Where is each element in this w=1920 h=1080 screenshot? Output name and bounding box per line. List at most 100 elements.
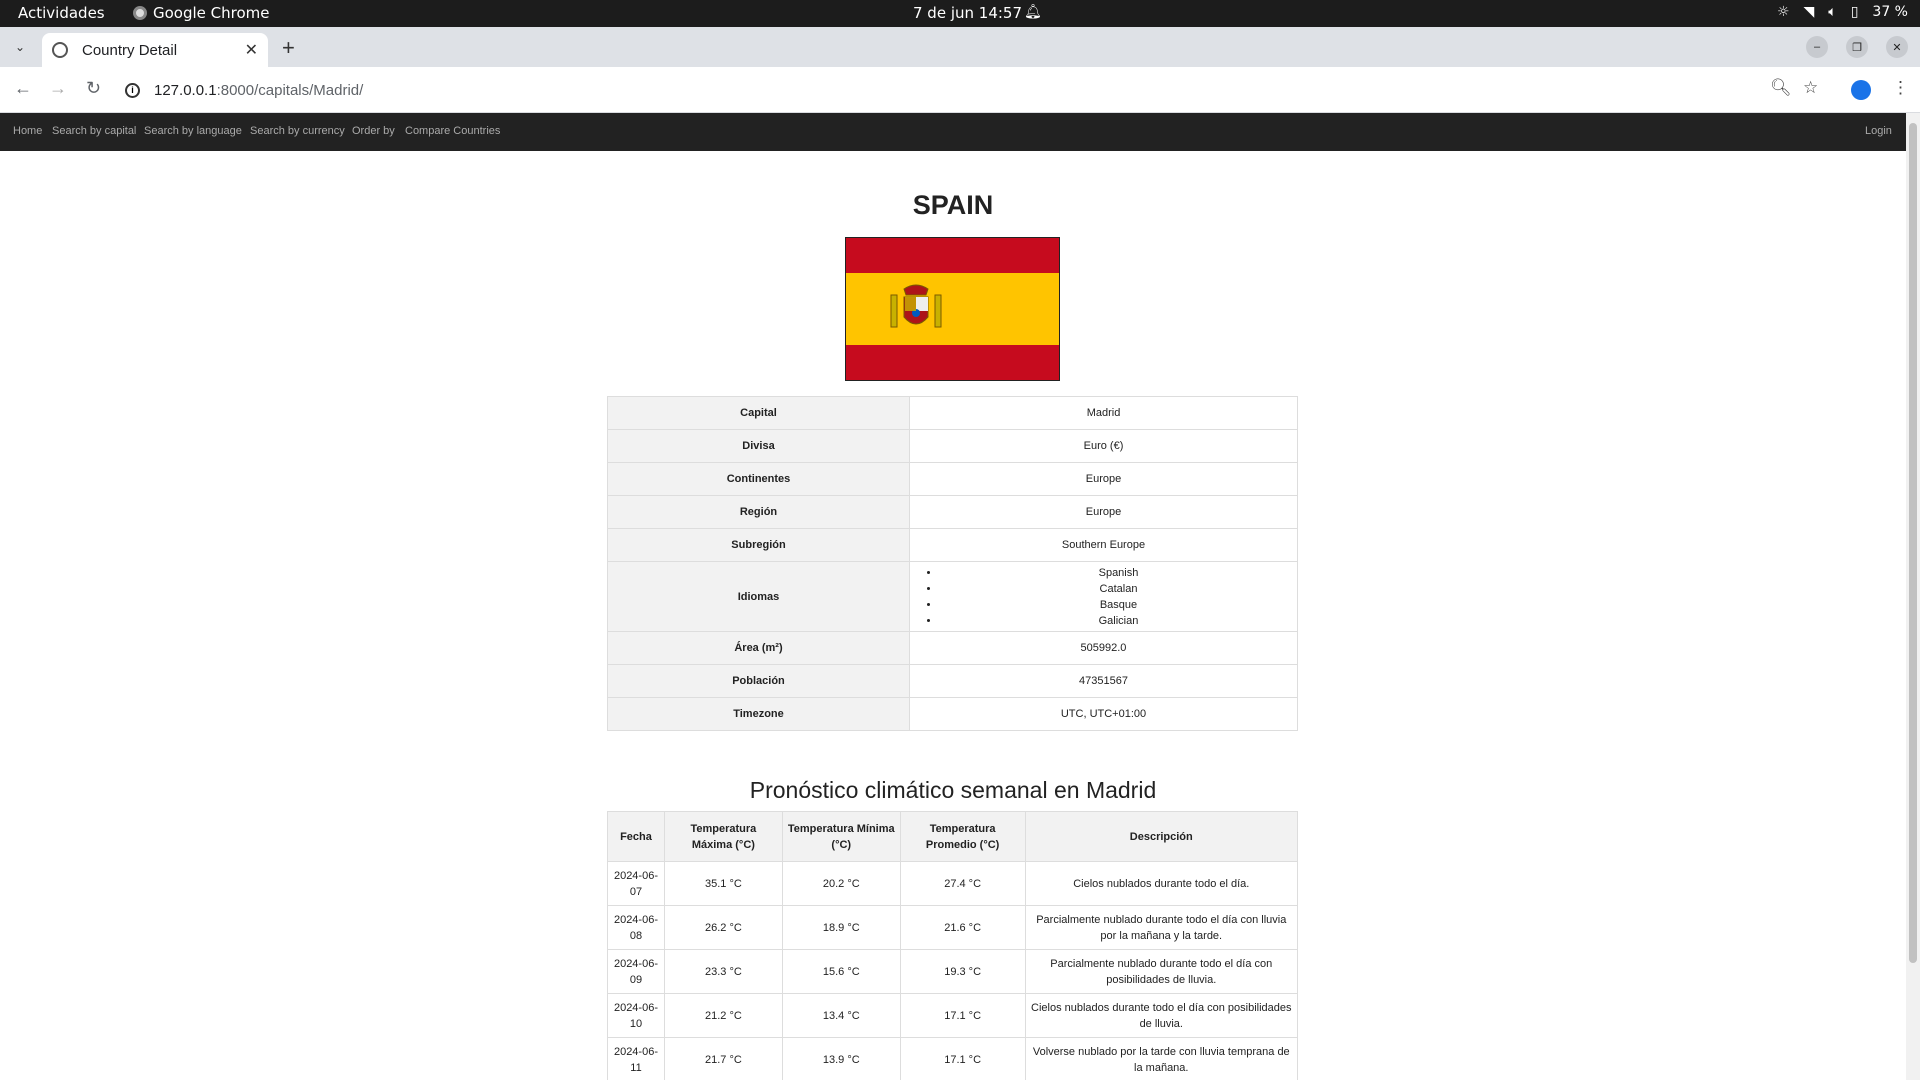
country-flag bbox=[845, 237, 1060, 381]
nav-order-by[interactable]: Order by bbox=[352, 125, 395, 137]
zoom-icon[interactable]: 🔍︎ bbox=[1770, 78, 1792, 98]
weather-cell: 35.1 °C bbox=[663, 861, 783, 906]
weather-cell: Cielos nublados durante todo el día. bbox=[1024, 861, 1299, 906]
weather-cell: 19.3 °C bbox=[899, 949, 1026, 994]
language-item: Galician bbox=[940, 613, 1297, 629]
battery-level: 37 % bbox=[1872, 4, 1908, 20]
info-row-languages: IdiomasSpanishCatalanBasqueGalician bbox=[607, 561, 1298, 632]
info-value: Europe bbox=[909, 462, 1298, 496]
info-row: Región Europe bbox=[607, 495, 1298, 529]
vertical-scrollbar[interactable] bbox=[1906, 113, 1920, 1080]
info-label: Población bbox=[607, 664, 910, 698]
info-row: Área (m²) 505992.0 bbox=[607, 631, 1298, 665]
tab-search-button[interactable]: ⌄ bbox=[8, 35, 32, 59]
weather-cell: 18.9 °C bbox=[781, 905, 901, 950]
info-label: Región bbox=[607, 495, 910, 529]
info-value: UTC, UTC+01:00 bbox=[909, 697, 1298, 731]
profile-avatar[interactable] bbox=[1851, 80, 1871, 100]
chrome-icon bbox=[133, 6, 147, 20]
weather-cell: 17.1 °C bbox=[899, 1037, 1026, 1080]
weather-column-header: Temperatura Mínima (°C) bbox=[781, 811, 901, 862]
brightness-icon: ☼ bbox=[1776, 4, 1790, 20]
nav-search-language[interactable]: Search by language bbox=[144, 125, 242, 137]
clock[interactable]: 7 de jun 14:57 bbox=[913, 4, 1022, 22]
bookmark-star-icon[interactable]: ☆ bbox=[1803, 78, 1818, 98]
site-navbar: Home Search by capital Search by languag… bbox=[0, 113, 1906, 151]
info-row: Subregión Southern Europe bbox=[607, 528, 1298, 562]
info-value: Southern Europe bbox=[909, 528, 1298, 562]
tab-strip: ⌄ Country Detail ✕ + – ❐ ✕ bbox=[0, 27, 1920, 67]
weather-cell: 20.2 °C bbox=[781, 861, 901, 906]
weather-row: 2024-06-11 21.7 °C 13.9 °C 17.1 °C Volverse … bbox=[607, 1037, 1299, 1080]
weather-cell: 17.1 °C bbox=[899, 993, 1026, 1038]
restore-button[interactable]: ❐ bbox=[1846, 36, 1868, 58]
languages-list: SpanishCatalanBasqueGalician bbox=[910, 565, 1297, 629]
info-row: Continentes Europe bbox=[607, 462, 1298, 496]
minimize-button[interactable]: – bbox=[1806, 36, 1828, 58]
activities-button[interactable]: Actividades bbox=[18, 4, 105, 22]
info-value: 47351567 bbox=[909, 664, 1298, 698]
volume-icon: 🔈︎ bbox=[1828, 4, 1837, 20]
page-viewport: Home Search by capital Search by languag… bbox=[0, 113, 1906, 1080]
forward-button[interactable]: → bbox=[49, 78, 67, 99]
weather-table: Fecha Temperatura Máxima (°C) Temperatura … bbox=[607, 811, 1299, 1080]
address-bar[interactable]: i 127.0.0.1:8000/capitals/Madrid/ bbox=[125, 73, 1785, 107]
app-name: Google Chrome bbox=[153, 4, 270, 22]
weather-cell: 2024-06-09 bbox=[607, 949, 665, 994]
app-menu[interactable]: Google Chrome bbox=[133, 4, 270, 22]
weather-cell: 15.6 °C bbox=[781, 949, 901, 994]
weather-column-header: Fecha bbox=[607, 811, 665, 862]
weather-cell: 21.6 °C bbox=[899, 905, 1026, 950]
weather-row: 2024-06-09 23.3 °C 15.6 °C 19.3 °C Parcialme… bbox=[607, 949, 1299, 994]
menu-kebab-icon[interactable]: ⋮ bbox=[1892, 78, 1909, 98]
weather-cell: Volverse nublado por la tarde con lluvia… bbox=[1024, 1037, 1299, 1080]
flag-stripe-bottom bbox=[846, 345, 1059, 380]
weather-cell: 2024-06-07 bbox=[607, 861, 665, 906]
weather-cell: 2024-06-10 bbox=[607, 993, 665, 1038]
info-label: Divisa bbox=[607, 429, 910, 463]
scrollbar-thumb[interactable] bbox=[1909, 123, 1917, 963]
weather-cell: 23.3 °C bbox=[663, 949, 783, 994]
wifi-icon: ◥ bbox=[1803, 4, 1815, 20]
weather-row: 2024-06-08 26.2 °C 18.9 °C 21.6 °C Parcialme… bbox=[607, 905, 1299, 950]
nav-home[interactable]: Home bbox=[13, 125, 42, 137]
close-window-button[interactable]: ✕ bbox=[1886, 36, 1908, 58]
tab-title: Country Detail bbox=[82, 41, 178, 59]
weather-column-header: Temperatura Promedio (°C) bbox=[899, 811, 1026, 862]
nav-search-currency[interactable]: Search by currency bbox=[250, 125, 345, 137]
info-row: Timezone UTC, UTC+01:00 bbox=[607, 697, 1298, 731]
weather-cell: Parcialmente nublado durante todo el día… bbox=[1024, 949, 1299, 994]
weather-cell: 21.2 °C bbox=[663, 993, 783, 1038]
languages-cell: SpanishCatalanBasqueGalician bbox=[909, 561, 1298, 632]
info-label: Idiomas bbox=[607, 561, 910, 632]
weather-title: Pronóstico climático semanal en Madrid bbox=[749, 777, 1157, 803]
new-tab-button[interactable]: + bbox=[282, 35, 295, 61]
reload-button[interactable]: ↻ bbox=[86, 78, 101, 99]
country-info-table: Capital Madrid Divisa Euro (€) Continentes Eu… bbox=[607, 396, 1298, 731]
battery-icon: ▯ bbox=[1850, 4, 1859, 20]
info-value: Euro (€) bbox=[909, 429, 1298, 463]
nav-search-capital[interactable]: Search by capital bbox=[52, 125, 136, 137]
os-top-bar: Actividades Google Chrome 7 de jun 14:57… bbox=[0, 0, 1920, 27]
tab-country-detail[interactable]: Country Detail ✕ bbox=[42, 33, 268, 67]
url-path: :8000/capitals/Madrid/ bbox=[216, 81, 364, 99]
weather-row: 2024-06-10 21.2 °C 13.4 °C 17.1 °C Cielos nu… bbox=[607, 993, 1299, 1038]
language-item: Catalan bbox=[940, 581, 1297, 597]
back-button[interactable]: ← bbox=[14, 78, 32, 99]
flag-stripe-top bbox=[846, 238, 1059, 273]
nav-compare-countries[interactable]: Compare Countries bbox=[405, 125, 500, 137]
nav-login[interactable]: Login bbox=[1865, 125, 1892, 137]
info-value: Madrid bbox=[909, 396, 1298, 430]
info-row: Divisa Euro (€) bbox=[607, 429, 1298, 463]
info-label: Capital bbox=[607, 396, 910, 430]
weather-cell: 13.9 °C bbox=[781, 1037, 901, 1080]
close-tab-icon[interactable]: ✕ bbox=[245, 40, 258, 60]
weather-cell: Cielos nublados durante todo el día con … bbox=[1024, 993, 1299, 1038]
info-label: Área (m²) bbox=[607, 631, 910, 665]
site-info-icon[interactable]: i bbox=[125, 82, 140, 98]
system-tray[interactable]: ☼ ◥ 🔈︎ ▯ 37 % bbox=[1777, 4, 1908, 20]
info-row: Población 47351567 bbox=[607, 664, 1298, 698]
weather-column-header: Temperatura Máxima (°C) bbox=[663, 811, 783, 862]
weather-cell: 27.4 °C bbox=[899, 861, 1026, 906]
globe-icon bbox=[52, 42, 68, 58]
